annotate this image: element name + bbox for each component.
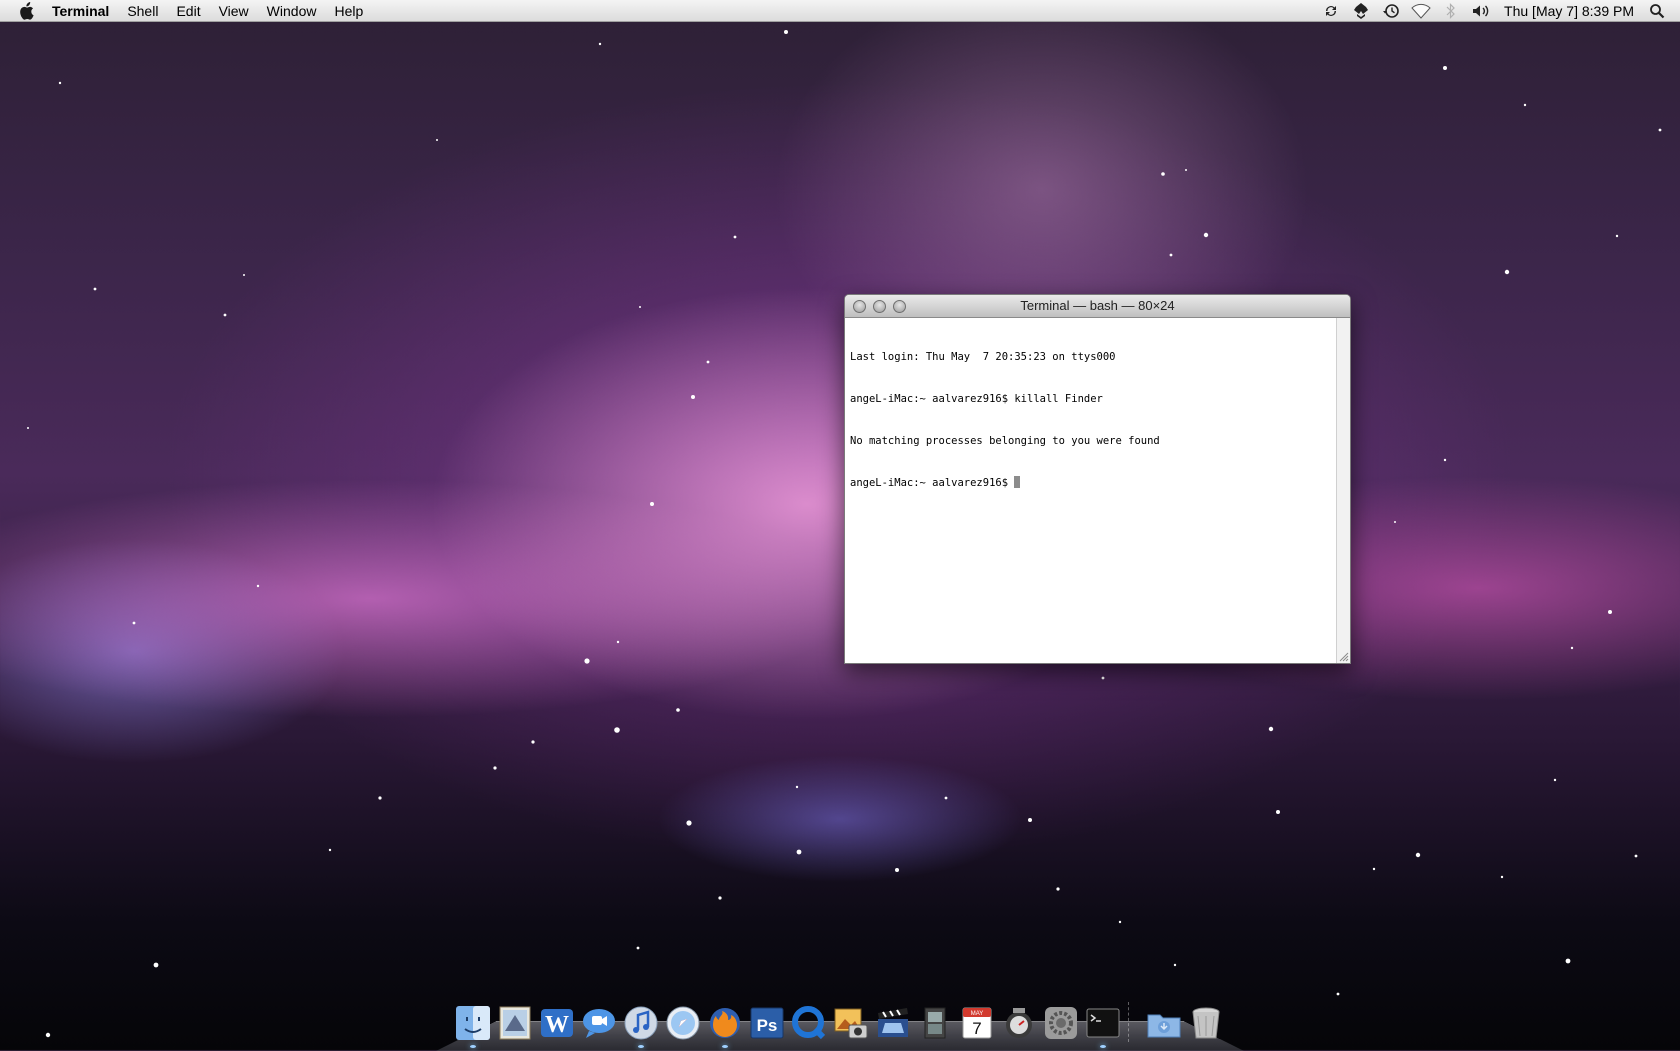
dashboard-icon[interactable] bbox=[1000, 1004, 1038, 1042]
menu-extras: Thu [May 7] 8:39 PM bbox=[1316, 0, 1680, 22]
terminal-prompt: angeL-iMac:~ aalvarez916$ bbox=[850, 477, 1015, 489]
microsoft-word-icon[interactable]: W bbox=[538, 1004, 576, 1042]
dropbox-icon[interactable] bbox=[1350, 2, 1372, 20]
terminal-window[interactable]: Terminal — bash — 80×24 Last login: Thu … bbox=[844, 294, 1351, 664]
imovie-icon[interactable] bbox=[874, 1004, 912, 1042]
dock-separator[interactable] bbox=[1128, 1002, 1139, 1042]
menu-help[interactable]: Help bbox=[325, 0, 372, 22]
terminal-line: Last login: Thu May 7 20:35:23 on ttys00… bbox=[850, 351, 1116, 363]
running-indicator bbox=[638, 1045, 644, 1048]
word-label: W bbox=[545, 1012, 569, 1038]
time-machine-icon[interactable] bbox=[1380, 2, 1402, 20]
close-window-button[interactable] bbox=[853, 299, 866, 313]
ical-icon[interactable]: MAY 7 bbox=[958, 1004, 996, 1042]
quicktime-icon[interactable] bbox=[790, 1004, 828, 1042]
safari-icon[interactable] bbox=[664, 1004, 702, 1042]
minimize-window-button[interactable] bbox=[873, 299, 886, 313]
terminal-prompt-line[interactable]: angeL-iMac:~ aalvarez916$ bbox=[850, 476, 1331, 490]
desktop-wallpaper-stars bbox=[27, 30, 1662, 1038]
wifi-icon[interactable] bbox=[1410, 2, 1432, 20]
resize-grip-icon[interactable] bbox=[1338, 651, 1349, 662]
spotlight-search-icon[interactable] bbox=[1646, 2, 1668, 20]
menu-shell[interactable]: Shell bbox=[118, 0, 167, 22]
menu-bar: Terminal Shell Edit View Window Help Thu… bbox=[0, 0, 1680, 22]
itunes-icon[interactable] bbox=[622, 1004, 660, 1048]
mail-icon[interactable] bbox=[496, 1004, 534, 1042]
menu-window[interactable]: Window bbox=[258, 0, 326, 22]
menu-edit[interactable]: Edit bbox=[167, 0, 209, 22]
terminal-output[interactable]: Last login: Thu May 7 20:35:23 on ttys00… bbox=[845, 318, 1336, 663]
apple-logo-icon[interactable] bbox=[18, 1, 36, 20]
window-title: Terminal — bash — 80×24 bbox=[1020, 298, 1175, 313]
text-cursor bbox=[1014, 476, 1021, 488]
running-indicator bbox=[470, 1045, 476, 1048]
firefox-icon[interactable] bbox=[706, 1004, 744, 1048]
terminal-line: angeL-iMac:~ aalvarez916$ killall Finder bbox=[850, 393, 1103, 405]
window-titlebar[interactable]: Terminal — bash — 80×24 bbox=[845, 295, 1350, 318]
sync-icon[interactable] bbox=[1320, 2, 1342, 20]
menu-view[interactable]: View bbox=[210, 0, 258, 22]
system-preferences-icon[interactable] bbox=[1042, 1004, 1080, 1042]
menu-clock[interactable]: Thu [May 7] 8:39 PM bbox=[1496, 3, 1646, 19]
running-indicator bbox=[1100, 1045, 1106, 1048]
dock: W Ps MAY 7 bbox=[452, 994, 1227, 1048]
film-strip-icon[interactable] bbox=[916, 1004, 954, 1042]
terminal-icon[interactable] bbox=[1084, 1004, 1122, 1048]
vertical-scrollbar[interactable] bbox=[1336, 318, 1350, 663]
ical-month: MAY bbox=[971, 1011, 984, 1017]
iphoto-icon[interactable] bbox=[832, 1004, 870, 1042]
running-indicator bbox=[722, 1045, 728, 1048]
ichat-icon[interactable] bbox=[580, 1004, 618, 1042]
photoshop-label: Ps bbox=[757, 1016, 778, 1035]
downloads-folder-icon[interactable] bbox=[1145, 1004, 1183, 1042]
zoom-window-button[interactable] bbox=[893, 299, 906, 313]
finder-icon[interactable] bbox=[454, 1004, 492, 1048]
photoshop-icon[interactable]: Ps bbox=[748, 1004, 786, 1042]
menu-app-name[interactable]: Terminal bbox=[52, 0, 118, 22]
trash-icon[interactable] bbox=[1187, 1004, 1225, 1042]
ical-day: 7 bbox=[972, 1019, 981, 1038]
volume-icon[interactable] bbox=[1470, 2, 1492, 20]
terminal-line: No matching processes belonging to you w… bbox=[850, 435, 1160, 447]
bluetooth-icon[interactable] bbox=[1440, 2, 1462, 20]
